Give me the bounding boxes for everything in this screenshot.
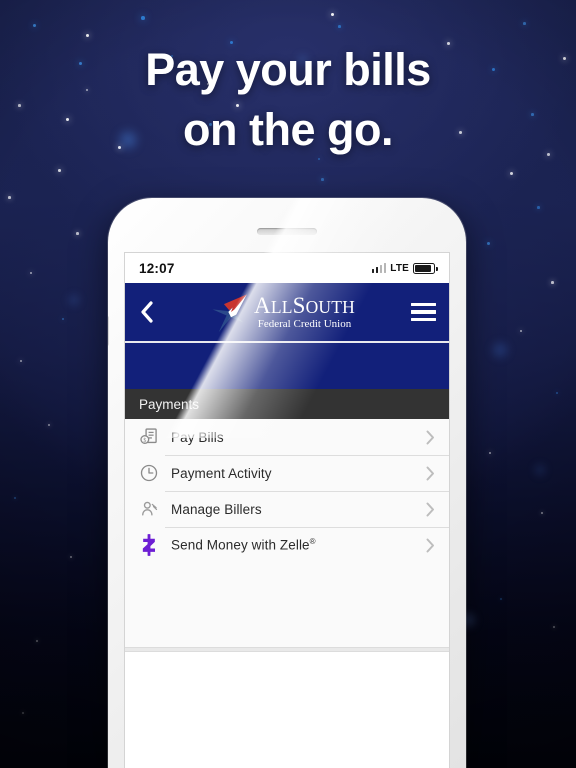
logo-tagline: Federal Credit Union — [257, 318, 352, 330]
star-dot — [331, 13, 335, 17]
star-dot — [487, 242, 490, 245]
star-glow — [532, 462, 548, 478]
star-dot — [48, 424, 51, 427]
star-dot — [20, 360, 23, 363]
star-dot — [58, 169, 61, 172]
logo-outh: OUTH — [305, 297, 355, 317]
star-dot — [510, 172, 513, 175]
star-dot — [62, 318, 65, 321]
hamburger-menu-icon[interactable] — [403, 302, 449, 322]
earpiece-speaker — [257, 228, 317, 235]
star-dot — [141, 16, 145, 20]
star-dot — [33, 24, 36, 27]
star-dot — [537, 206, 540, 209]
logo-wordmark: ALLSOUTH — [254, 294, 355, 317]
logo-ll: LL — [270, 297, 293, 317]
list-item-manage-billers[interactable]: Manage Billers — [125, 491, 449, 527]
star-dot — [541, 512, 544, 515]
svg-text:$: $ — [143, 437, 146, 444]
star-dot — [22, 712, 24, 714]
list-item-label: Send Money with Zelle® — [171, 537, 316, 553]
star-dot — [30, 272, 33, 275]
list-item-label: Payment Activity — [171, 465, 272, 481]
status-bar: 12:07 LTE — [125, 253, 449, 283]
logo-a: A — [254, 293, 271, 318]
star-dot — [553, 626, 555, 628]
app-logo: ALLSOUTH Federal Credit Union — [165, 290, 399, 334]
star-dot — [489, 452, 492, 455]
star-dot — [8, 196, 11, 199]
lower-panel — [125, 652, 449, 752]
phone-screen: 12:07 LTE ALLSOUTH Federal Credit Union … — [124, 252, 450, 768]
status-indicators: LTE — [371, 262, 438, 274]
star-glow — [489, 339, 511, 361]
signal-bars-icon — [371, 263, 387, 273]
status-time: 12:07 — [139, 260, 175, 276]
section-header: Payments — [125, 389, 449, 419]
star-dot — [36, 640, 38, 642]
back-button[interactable] — [125, 301, 169, 323]
payments-menu-list: $ Pay Bills Payment Activity Manage Bill… — [125, 419, 449, 647]
star-dot — [551, 281, 554, 284]
network-label: LTE — [390, 262, 409, 274]
star-glow — [66, 292, 82, 308]
list-item-label: Pay Bills — [171, 429, 224, 445]
logo-s: S — [292, 293, 306, 318]
star-dot — [338, 25, 341, 28]
star-dot — [86, 34, 89, 37]
page-title: Pay your bills on the go. — [0, 40, 576, 160]
bill-invoice-icon: $ — [133, 421, 165, 453]
list-item-send-money-zelle[interactable]: Send Money with Zelle® — [125, 527, 449, 563]
zelle-logo-icon — [133, 529, 165, 561]
registered-mark: ® — [309, 537, 316, 547]
clock-icon — [133, 457, 165, 489]
star-dot — [556, 392, 559, 395]
chevron-right-icon — [421, 502, 439, 517]
headline-line-2: on the go. — [183, 104, 393, 155]
star-dot — [14, 497, 17, 500]
star-dot — [70, 556, 73, 559]
list-item-pay-bills[interactable]: $ Pay Bills — [125, 419, 449, 455]
star-dot — [321, 178, 324, 181]
secondary-nav-band — [125, 341, 449, 389]
list-item-label: Manage Billers — [171, 501, 262, 517]
promo-screenshot: Pay your bills on the go. 12:07 LTE ALLS… — [0, 0, 576, 768]
phone-mockup: 12:07 LTE ALLSOUTH Federal Credit Union … — [108, 198, 466, 768]
star-dot — [520, 330, 523, 333]
battery-icon — [413, 262, 438, 274]
star-dot — [76, 232, 79, 235]
star-dot — [500, 598, 503, 601]
chevron-right-icon — [421, 430, 439, 445]
chevron-right-icon — [421, 466, 439, 481]
chevron-right-icon — [421, 538, 439, 553]
manage-person-icon — [133, 493, 165, 525]
star-dot — [523, 22, 526, 25]
allsouth-star-icon — [212, 294, 247, 333]
app-header: ALLSOUTH Federal Credit Union — [125, 283, 449, 341]
list-item-payment-activity[interactable]: Payment Activity — [125, 455, 449, 491]
phone-side-button — [108, 316, 109, 346]
list-empty-space — [125, 563, 449, 647]
headline-line-1: Pay your bills — [145, 44, 431, 95]
section-title: Payments — [139, 396, 200, 412]
